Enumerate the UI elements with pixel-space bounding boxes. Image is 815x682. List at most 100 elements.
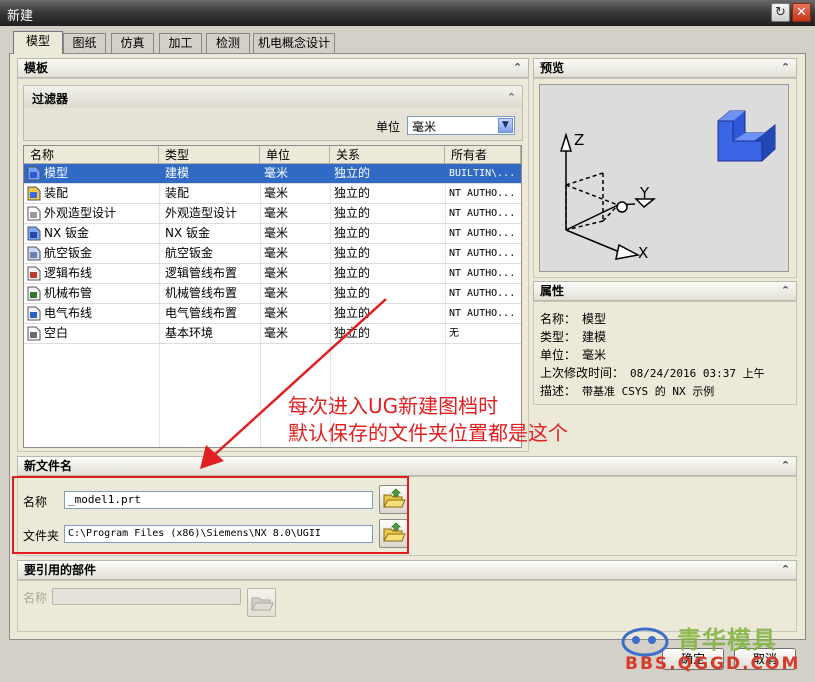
new-file-header-label: 新文件名 [24, 459, 73, 473]
new-file-header[interactable]: 新文件名 ⌃ [17, 456, 797, 476]
chevron-up-icon[interactable]: ⌃ [504, 90, 519, 105]
electrical-routing-icon [27, 306, 41, 321]
cell-name: 逻辑布线 [44, 266, 93, 280]
axis-x-label: X [638, 244, 648, 262]
cell-owner: NT AUTHO... [449, 248, 516, 259]
sheet-metal-icon [27, 226, 41, 241]
cell-owner: NT AUTHO... [449, 228, 516, 239]
mechanical-routing-icon [27, 286, 41, 301]
close-button[interactable]: ✕ [792, 3, 811, 22]
template-row[interactable]: 航空钣金 航空钣金 毫米 独立的 NT AUTHO... [24, 244, 521, 264]
cell-unit: 毫米 [264, 246, 289, 260]
cell-name: 外观造型设计 [44, 206, 117, 220]
cell-owner: NT AUTHO... [449, 308, 516, 319]
chevron-up-icon[interactable]: ⌃ [778, 283, 793, 298]
filter-panel: 过滤器 ⌃ 单位 毫米 ▼ [23, 85, 523, 141]
chevron-down-icon[interactable]: ▼ [498, 118, 513, 133]
cell-unit: 毫米 [264, 226, 289, 240]
cell-relation: 独立的 [334, 206, 371, 220]
unit-select[interactable]: 毫米 ▼ [407, 116, 515, 135]
tab-inspection[interactable]: 检测 [206, 33, 250, 53]
chevron-up-icon[interactable]: ⌃ [778, 562, 793, 577]
cell-owner: 无 [449, 328, 459, 339]
filter-header-label: 过滤器 [32, 92, 69, 106]
chevron-up-icon[interactable]: ⌃ [510, 60, 525, 75]
cell-type: 航空钣金 [165, 246, 214, 260]
template-row[interactable]: 逻辑布线 逻辑管线布置 毫米 独立的 NT AUTHO... [24, 264, 521, 284]
shape-studio-icon [27, 206, 41, 221]
column-header-owner[interactable]: 所有者 [445, 146, 521, 164]
cell-unit: 毫米 [264, 206, 289, 220]
cell-type: 装配 [165, 186, 190, 200]
column-header-name[interactable]: 名称 [24, 146, 159, 164]
cell-name: 空白 [44, 326, 69, 340]
watermark-url: BBS.QGGD.COM [625, 654, 801, 674]
filter-header[interactable]: 过滤器 ⌃ [24, 86, 522, 108]
referenced-part-header-label: 要引用的部件 [24, 563, 97, 577]
title-bar: 新建 ↻ ✕ [0, 0, 815, 26]
csys-preview: Z Y X [559, 110, 776, 262]
cell-name: 电气布线 [44, 306, 93, 320]
template-row[interactable]: 装配 装配 毫米 独立的 NT AUTHO... [24, 184, 521, 204]
property-name: 名称： 模型 [540, 312, 607, 326]
unit-label: 单位 [376, 120, 401, 134]
column-header-relation[interactable]: 关系 [330, 146, 445, 164]
axis-y-label: Y [639, 184, 650, 202]
cell-relation: 独立的 [334, 166, 371, 180]
cell-relation: 独立的 [334, 266, 371, 280]
properties-header[interactable]: 属性 ⌃ [533, 281, 797, 301]
cell-name: 模型 [44, 166, 69, 180]
property-modified: 上次修改时间： 08/24/2016 03:37 上午 [540, 366, 765, 380]
watermark: 青华模具 BBS.QGGD.COM [615, 618, 811, 678]
chevron-up-icon[interactable]: ⌃ [778, 60, 793, 75]
cell-type: 逻辑管线布置 [165, 266, 238, 280]
column-header-unit[interactable]: 单位 [260, 146, 330, 164]
column-header-type[interactable]: 类型 [159, 146, 260, 164]
close-icon: ✕ [796, 5, 807, 20]
cell-name: 装配 [44, 186, 69, 200]
cell-owner: NT AUTHO... [449, 268, 516, 279]
model-icon [27, 166, 41, 181]
logical-routing-icon [27, 266, 41, 281]
tab-simulation[interactable]: 仿真 [111, 33, 154, 53]
reset-icon: ↻ [775, 5, 786, 20]
preview-header-label: 预览 [540, 61, 565, 75]
cell-type: 建模 [165, 166, 190, 180]
cell-name: NX 钣金 [44, 226, 90, 240]
axis-z-label: Z [574, 131, 584, 149]
watermark-brand: 青华模具 [677, 626, 777, 654]
template-row[interactable]: 模型 建模 毫米 独立的 BUILTIN\... [24, 164, 521, 184]
unit-select-value: 毫米 [412, 120, 437, 134]
annotation-arrow [200, 298, 387, 469]
cell-type: NX 钣金 [165, 226, 211, 240]
model-block-icon [717, 110, 776, 162]
cell-relation: 独立的 [334, 246, 371, 260]
cell-owner: BUILTIN\... [449, 168, 516, 179]
templates-header[interactable]: 模板 ⌃ [17, 58, 529, 78]
cell-unit: 毫米 [264, 266, 289, 280]
tab-drawing[interactable]: 图纸 [63, 33, 106, 53]
preview-image: Z Y X [539, 84, 789, 272]
tab-mechatronics[interactable]: 机电概念设计 [253, 33, 335, 53]
template-row[interactable]: NX 钣金 NX 钣金 毫米 独立的 NT AUTHO... [24, 224, 521, 244]
reset-button[interactable]: ↻ [771, 3, 790, 22]
chevron-up-icon[interactable]: ⌃ [778, 458, 793, 473]
cell-owner: NT AUTHO... [449, 288, 516, 299]
tab-manufacturing[interactable]: 加工 [159, 33, 202, 53]
preview-header[interactable]: 预览 ⌃ [533, 58, 797, 78]
referenced-name-field [52, 588, 241, 605]
templates-header-label: 模板 [24, 61, 49, 75]
cell-unit: 毫米 [264, 166, 289, 180]
tab-model[interactable]: 模型 [13, 31, 63, 54]
property-unit: 单位： 毫米 [540, 348, 607, 362]
cell-name: 航空钣金 [44, 246, 93, 260]
cell-relation: 独立的 [334, 226, 371, 240]
browse-referenced-button [247, 588, 276, 617]
highlight-box [12, 476, 409, 554]
aero-sheet-metal-icon [27, 246, 41, 261]
cell-type: 外观造型设计 [165, 206, 238, 220]
blank-file-icon [27, 326, 41, 341]
template-row[interactable]: 外观造型设计 外观造型设计 毫米 独立的 NT AUTHO... [24, 204, 521, 224]
referenced-name-label: 名称 [23, 591, 48, 605]
referenced-part-header[interactable]: 要引用的部件 ⌃ [17, 560, 797, 580]
